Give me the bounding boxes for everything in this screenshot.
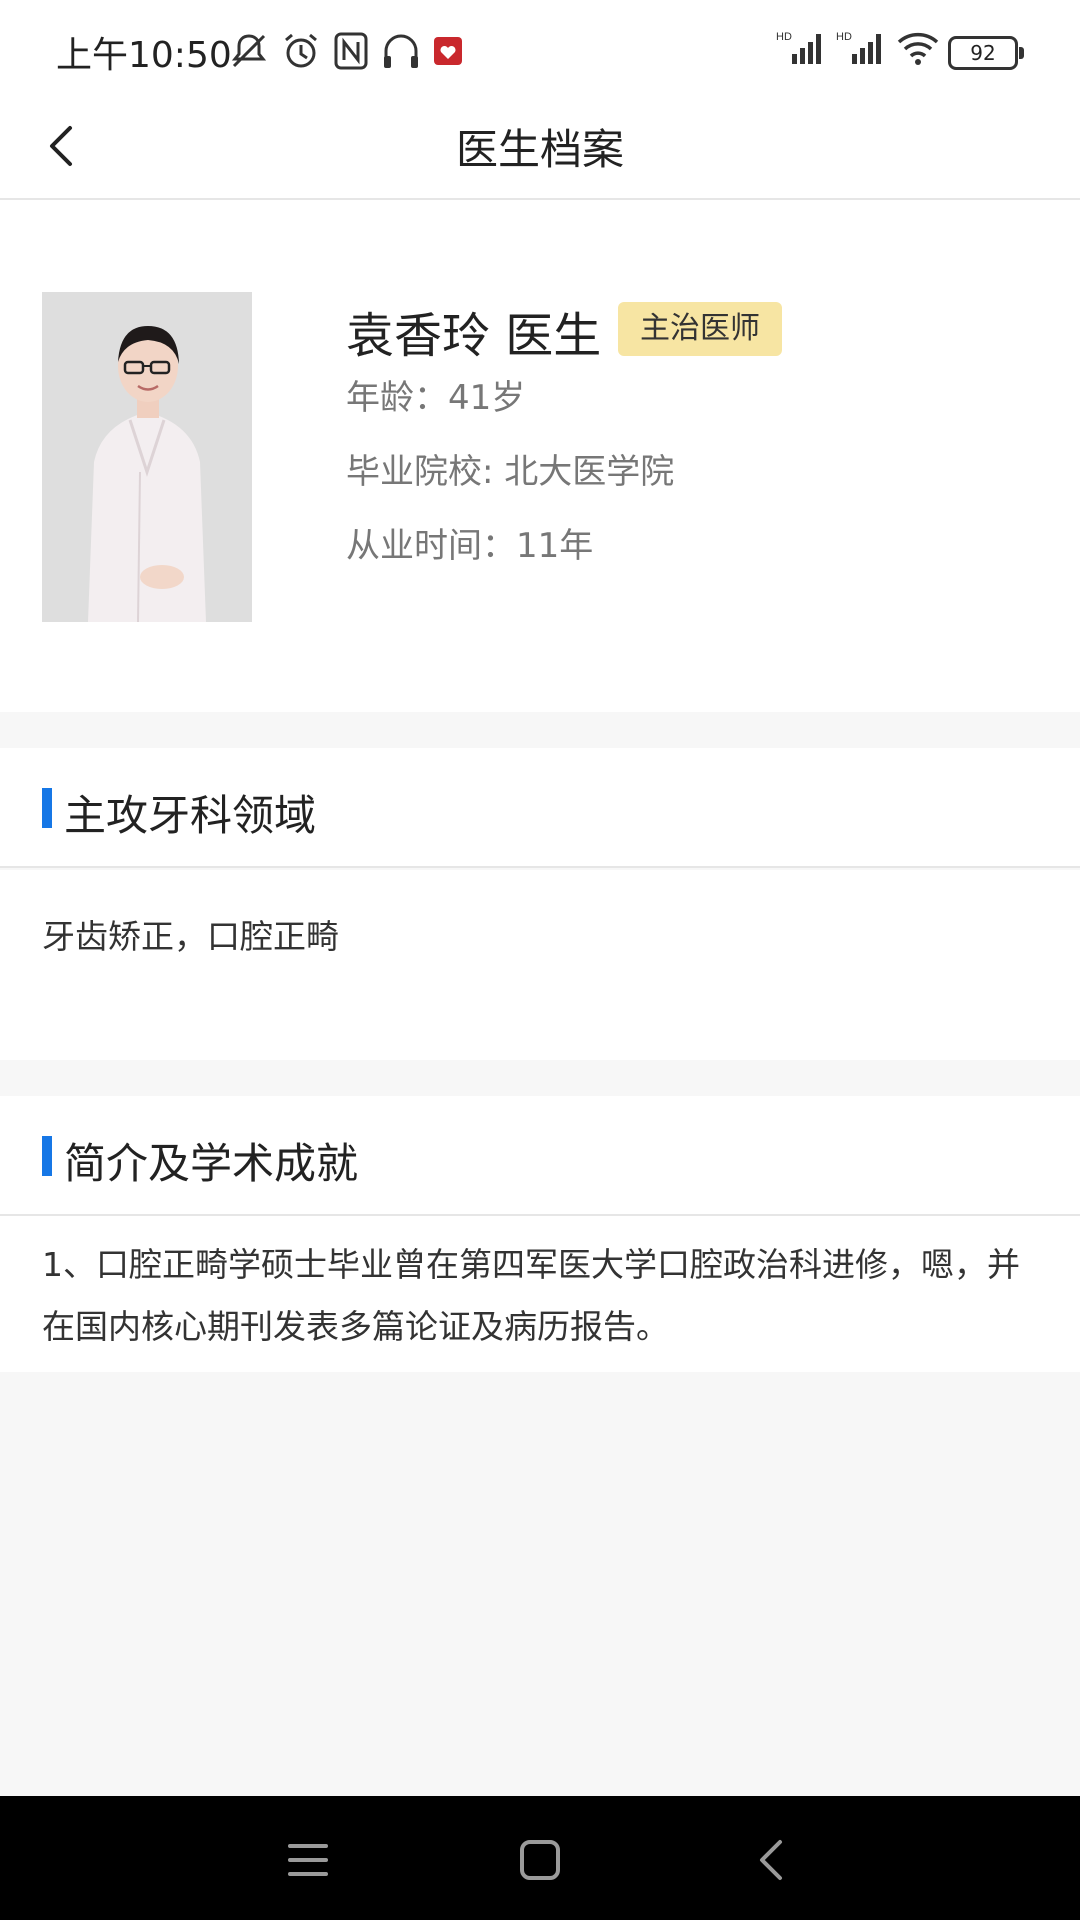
- page-title: 医生档案: [455, 125, 624, 174]
- specialty-text: 牙齿矫正，口腔正畸: [42, 917, 339, 956]
- app-notification-icon: [434, 37, 462, 65]
- doctor-photo-image: [42, 292, 252, 622]
- intro-section-body: 1、口腔正畸学硕士毕业曾在第四军医大学口腔政治科进修，嗯，并在国内核心期刊发表多…: [0, 1216, 1080, 1372]
- section-accent-bar: [42, 788, 52, 828]
- home-button[interactable]: [512, 1832, 568, 1888]
- status-time: 上午10:50: [56, 35, 232, 76]
- headphones-icon: [384, 34, 418, 68]
- system-back-button[interactable]: [744, 1832, 800, 1888]
- status-bar: 上午10:50 HD HD 92: [0, 0, 1080, 100]
- specialty-section-body: 牙齿矫正，口腔正畸: [0, 870, 1080, 1060]
- alarm-icon: [285, 33, 317, 68]
- doctor-name: 袁香玲 医生: [346, 308, 602, 364]
- battery-icon: 92: [948, 36, 1024, 70]
- signal-icon: HD: [776, 31, 821, 64]
- svg-text:HD: HD: [836, 31, 852, 43]
- doctor-title-badge: 主治医师: [618, 302, 782, 356]
- status-icons-left: [228, 30, 464, 72]
- doctor-photo: [42, 292, 252, 622]
- back-icon: [760, 1840, 782, 1880]
- specialty-heading: 主攻牙科领域: [64, 791, 317, 840]
- intro-heading: 简介及学术成就: [64, 1139, 359, 1188]
- system-nav-bar: [0, 1796, 1080, 1920]
- doctor-profile: 袁香玲 医生 主治医师 年龄：41岁 毕业院校: 北大医学院 从业时间：11年: [0, 200, 1080, 712]
- status-icons-right: HD HD: [776, 30, 940, 66]
- mute-icon: [231, 34, 267, 68]
- doctor-experience: 从业时间：11年: [346, 526, 594, 566]
- svg-text:HD: HD: [776, 31, 792, 43]
- nfc-icon: [334, 32, 368, 70]
- specialty-section-header: 主攻牙科领域: [0, 748, 1080, 868]
- menu-icon: [288, 1844, 328, 1876]
- section-accent-bar: [42, 1136, 52, 1176]
- doctor-age: 年龄：41岁: [346, 378, 526, 418]
- intro-section-header: 简介及学术成就: [0, 1096, 1080, 1216]
- signal-icon: HD: [836, 31, 881, 64]
- intro-text: 1、口腔正畸学硕士毕业曾在第四军医大学口腔政治科进修，嗯，并在国内核心期刊发表多…: [42, 1245, 1020, 1346]
- home-icon: [520, 1840, 560, 1880]
- doctor-school: 毕业院校: 北大医学院: [346, 452, 675, 492]
- wifi-icon: [897, 32, 939, 65]
- app-header: 医生档案: [0, 100, 1080, 200]
- menu-button[interactable]: [280, 1832, 336, 1888]
